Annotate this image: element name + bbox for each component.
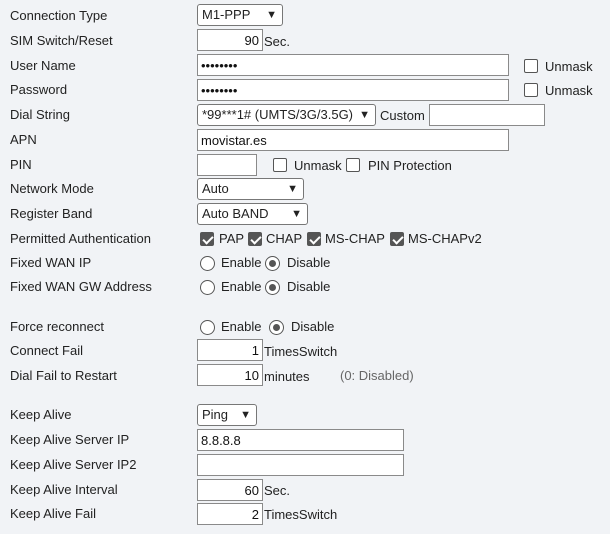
unmask-pin-checkbox[interactable]: [273, 158, 287, 172]
fixed-wan-gw-disable-radio[interactable]: [265, 280, 280, 295]
register-band-select[interactable]: Auto BAND ▼: [197, 203, 308, 225]
unmask-pass-label: Unmask: [545, 83, 593, 98]
label-keep-alive-ip2: Keep Alive Server IP2: [10, 457, 137, 472]
unmask-pin-label: Unmask: [294, 158, 342, 173]
label-keep-alive: Keep Alive: [10, 407, 72, 422]
force-reconnect-enable-radio[interactable]: [200, 320, 215, 335]
chevron-down-icon: ▼: [266, 9, 277, 21]
sim-switch-unit: Sec.: [264, 34, 291, 49]
custom-label: Custom: [380, 108, 425, 123]
label-connect-fail: Connect Fail: [10, 343, 83, 358]
label-fixed-wan-ip: Fixed WAN IP: [10, 255, 92, 270]
label-fixed-wan-gw: Fixed WAN GW Address: [10, 279, 152, 294]
fixed-wan-ip-enable-radio[interactable]: [200, 256, 215, 271]
sim-switch-input[interactable]: [197, 29, 263, 51]
dial-fail-restart-input[interactable]: [197, 364, 263, 386]
label-force-reconnect: Force reconnect: [10, 319, 104, 334]
label-keep-alive-ip: Keep Alive Server IP: [10, 432, 130, 447]
fixed-wan-ip-enable-label: Enable: [221, 255, 262, 270]
fixed-wan-gw-enable-radio[interactable]: [200, 280, 215, 295]
chevron-down-icon: ▼: [287, 183, 298, 195]
force-reconnect-enable-label: Enable: [221, 319, 262, 334]
label-permitted-auth: Permitted Authentication: [10, 231, 151, 246]
fixed-wan-gw-enable-label: Enable: [221, 279, 262, 294]
fixed-wan-ip-disable-label: Disable: [287, 255, 331, 270]
network-mode-value: Auto: [202, 181, 229, 196]
register-band-value: Auto BAND: [202, 206, 269, 221]
connect-fail-input[interactable]: [197, 339, 263, 361]
keep-alive-select[interactable]: Ping ▼: [197, 404, 257, 426]
fixed-wan-ip-disable-radio[interactable]: [265, 256, 280, 271]
ms-chapv2-checkbox[interactable]: [390, 232, 404, 246]
chevron-down-icon: ▼: [291, 208, 302, 220]
pap-label: PAP: [219, 231, 245, 246]
keep-alive-interval-input[interactable]: [197, 479, 263, 501]
keep-alive-ip-input[interactable]: [197, 429, 404, 451]
ms-chap-label: MS-CHAP: [325, 231, 385, 246]
keep-alive-ip2-input[interactable]: [197, 454, 404, 476]
keep-alive-interval-unit: Sec.: [264, 483, 291, 498]
keep-alive-fail-input[interactable]: [197, 503, 263, 525]
ms-chap-checkbox[interactable]: [307, 232, 321, 246]
unmask-pass-checkbox[interactable]: [524, 83, 538, 97]
keep-alive-fail-unit: TimesSwitch: [264, 507, 338, 522]
label-network-mode: Network Mode: [10, 181, 94, 196]
unmask-user-label: Unmask: [545, 59, 593, 74]
label-dial-string: Dial String: [10, 107, 70, 122]
pin-protection-label: PIN Protection: [368, 158, 452, 173]
chevron-down-icon: ▼: [359, 109, 370, 121]
label-register-band: Register Band: [10, 206, 93, 221]
dial-fail-restart-unit: minutes: [264, 369, 310, 384]
label-password: Password: [10, 82, 68, 97]
chap-checkbox[interactable]: [248, 232, 262, 246]
dial-string-value: *99***1# (UMTS/3G/3.5G): [202, 107, 354, 122]
label-connection-type: Connection Type: [10, 8, 108, 23]
connection-type-select[interactable]: M1-PPP ▼: [197, 4, 283, 26]
ms-chapv2-label: MS-CHAPv2: [408, 231, 482, 246]
apn-input[interactable]: [197, 129, 509, 151]
label-apn: APN: [10, 132, 37, 147]
connect-fail-unit: TimesSwitch: [264, 344, 338, 359]
disabled-hint: (0: Disabled): [340, 368, 414, 383]
pin-protection-checkbox[interactable]: [346, 158, 360, 172]
label-user-name: User Name: [10, 58, 76, 73]
network-mode-select[interactable]: Auto ▼: [197, 178, 304, 200]
fixed-wan-gw-disable-label: Disable: [287, 279, 331, 294]
user-name-input[interactable]: [197, 54, 509, 76]
label-pin: PIN: [10, 157, 32, 172]
label-sim-switch: SIM Switch/Reset: [10, 33, 113, 48]
label-dial-fail-restart: Dial Fail to Restart: [10, 368, 117, 383]
connection-type-value: M1-PPP: [202, 7, 251, 22]
pin-input[interactable]: [197, 154, 257, 176]
keep-alive-value: Ping: [202, 407, 229, 422]
dial-string-select[interactable]: *99***1# (UMTS/3G/3.5G) ▼: [197, 104, 376, 126]
force-reconnect-disable-label: Disable: [291, 319, 335, 334]
pap-checkbox[interactable]: [200, 232, 214, 246]
label-keep-alive-fail: Keep Alive Fail: [10, 506, 96, 521]
force-reconnect-disable-radio[interactable]: [269, 320, 284, 335]
password-input[interactable]: [197, 79, 509, 101]
custom-dial-input[interactable]: [429, 104, 545, 126]
unmask-user-checkbox[interactable]: [524, 59, 538, 73]
chap-label: CHAP: [266, 231, 303, 246]
label-keep-alive-interval: Keep Alive Interval: [10, 482, 118, 497]
chevron-down-icon: ▼: [240, 409, 251, 421]
